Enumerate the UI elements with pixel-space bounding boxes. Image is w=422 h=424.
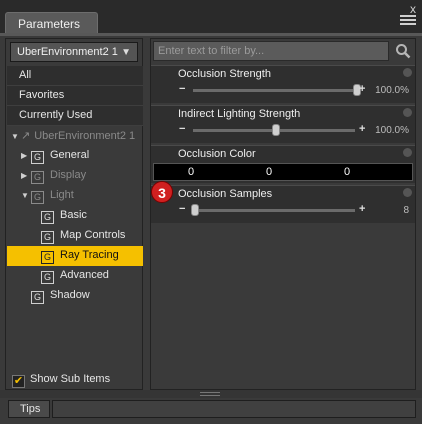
group-icon: G [31,291,44,304]
param-label: Occlusion Strength [178,68,271,80]
expand-triangle-icon[interactable]: ▶ [21,151,31,160]
dropdown-value: UberEnvironment2 1 [17,46,118,58]
param-value[interactable]: 8 [403,205,409,216]
collapse-triangle-icon[interactable]: ▼ [11,132,21,141]
filter-input[interactable]: Enter text to filter by... [153,41,389,61]
tree-item-label: Basic [60,209,87,221]
category-currently-used[interactable]: Currently Used [7,106,143,126]
gear-icon[interactable] [403,68,412,77]
category-all[interactable]: All [7,66,143,86]
increment-button[interactable]: + [359,203,365,215]
tree-item-label: Map Controls [60,229,126,241]
tree-item-shadow[interactable]: G Shadow [7,286,143,306]
group-icon: G [31,191,44,204]
param-occlusion-strength: Occlusion Strength − + 100.0% [151,65,415,103]
group-icon: G [31,151,44,164]
decrement-button[interactable]: − [179,83,185,95]
right-panel: Enter text to filter by... Occlusion Str… [150,38,416,390]
tree-item-map-controls[interactable]: G Map Controls [7,226,143,246]
show-sub-items-label: Show Sub Items [30,373,111,385]
tree-item-general[interactable]: ▶ G General [7,146,143,166]
tree-item-basic[interactable]: G Basic [7,206,143,226]
node-dropdown[interactable]: UberEnvironment2 1 ▼ [10,42,138,62]
gear-icon[interactable] [403,188,412,197]
color-swatch[interactable]: 0 0 0 [153,163,413,181]
color-r-value[interactable]: 0 [188,166,194,178]
search-icon[interactable] [395,43,411,59]
gear-icon[interactable] [403,108,412,117]
tree-item-label: General [50,149,90,161]
param-value[interactable]: 100.0% [375,85,409,96]
group-icon: G [41,211,54,224]
color-g-value[interactable]: 0 [266,166,272,178]
tree-item-light[interactable]: ▼ G Light [7,186,143,206]
param-indirect-lighting-strength: Indirect Lighting Strength − + 100.0% [151,105,415,143]
tree-item-root[interactable]: ▼ ↗ UberEnvironment2 1 [7,126,143,146]
group-icon: G [41,231,54,244]
increment-button[interactable]: + [359,123,365,135]
light-node-icon: ↗ [21,130,31,142]
tab-tips[interactable]: Tips [8,400,50,418]
param-label: Indirect Lighting Strength [178,108,301,120]
decrement-button[interactable]: − [179,203,185,215]
tree-item-label: Light [50,189,74,201]
show-sub-items-row[interactable]: ✔ Show Sub Items [12,373,110,388]
tree-item-ray-tracing[interactable]: G Ray Tracing [7,246,143,266]
param-occlusion-samples: Occlusion Samples − + 8 [151,185,415,223]
slider-track[interactable] [193,89,355,92]
tree-item-display[interactable]: ▶ G Display [7,166,143,186]
collapse-triangle-icon[interactable]: ▼ [21,191,31,200]
slider-track[interactable] [193,209,355,212]
tree-item-label: UberEnvironment2 1 [34,130,136,142]
annotation-badge: 3 [151,181,173,203]
category-favorites[interactable]: Favorites [7,86,143,106]
tree-item-label: Display [50,169,87,181]
left-panel: UberEnvironment2 1 ▼ All Favorites Curre… [5,38,143,390]
close-icon[interactable]: x [410,2,416,16]
tree-item-label: Ray Tracing [60,249,119,261]
decrement-button[interactable]: − [179,123,185,135]
tree-item-label: Advanced [60,269,109,281]
param-occlusion-color: Occlusion Color 0 0 0 [151,145,415,183]
param-value[interactable]: 100.0% [375,125,409,136]
group-icon: G [31,171,44,184]
chevron-down-icon: ▼ [121,47,131,58]
tab-divider [0,33,422,36]
tree-item-advanced[interactable]: G Advanced [7,266,143,286]
increment-button[interactable]: + [359,83,365,95]
slider-handle[interactable] [272,124,280,136]
show-sub-items-checkbox[interactable]: ✔ [12,375,25,388]
panel-menu-icon[interactable] [400,15,416,29]
group-icon: G [41,271,54,284]
splitter-grip-icon[interactable] [200,392,220,396]
slider-handle[interactable] [191,204,199,216]
param-label: Occlusion Color [178,148,256,160]
expand-triangle-icon[interactable]: ▶ [21,171,31,180]
tree-item-label: Shadow [50,289,90,301]
group-icon: G [41,251,54,264]
param-label: Occlusion Samples [178,188,273,200]
gear-icon[interactable] [403,148,412,157]
bottom-tab-bar [52,400,416,418]
tab-parameters[interactable]: Parameters [5,12,98,34]
color-b-value[interactable]: 0 [344,166,350,178]
